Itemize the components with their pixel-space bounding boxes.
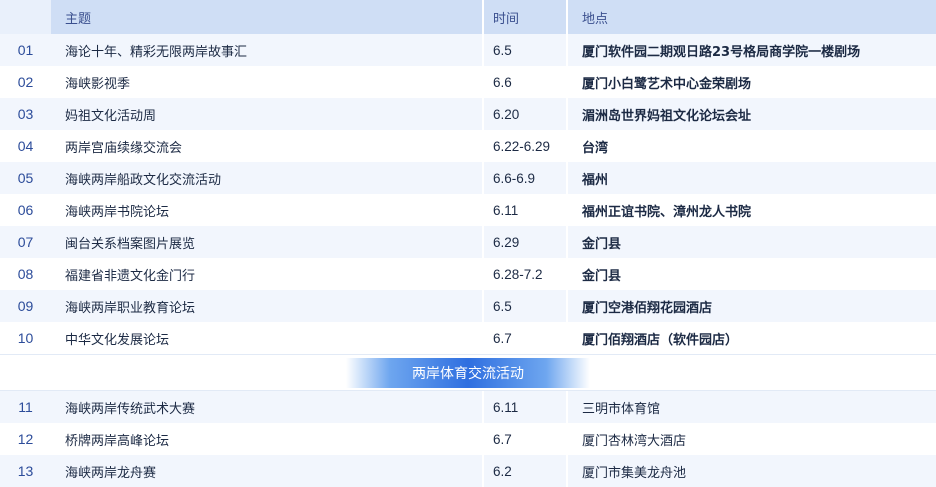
row-subject: 福建省非遗文化金门行: [65, 268, 196, 284]
section-divider: 两岸体育交流活动: [0, 354, 936, 391]
table-row: 02 海峡影视季 6.6 厦门小白鹭艺术中心金荣剧场: [0, 66, 936, 98]
table-row: 10 中华文化发展论坛 6.7 厦门佰翔酒店（软件园店）: [0, 322, 936, 354]
table-row: 11 海峡两岸传统武术大赛 6.11 三明市体育馆: [0, 391, 936, 423]
row-location: 福州: [566, 162, 936, 194]
row-subject: 海峡两岸书院论坛: [65, 204, 170, 220]
row-location: 福州正谊书院、漳州龙人书院: [566, 194, 936, 226]
row-location: 三明市体育馆: [566, 391, 936, 423]
row-time: 6.11: [482, 194, 566, 226]
table-row: 05 海峡两岸船政文化交流活动 6.6-6.9 福州: [0, 162, 936, 194]
row-time: 6.20: [482, 98, 566, 130]
row-number: 04: [17, 138, 34, 154]
table-header: 主题 时间 地点: [0, 0, 936, 34]
row-location: 湄洲岛世界妈祖文化论坛会址: [566, 98, 936, 130]
row-location: 厦门小白鹭艺术中心金荣剧场: [566, 66, 936, 98]
table-row: 07 闽台关系档案图片展览 6.29 金门县: [0, 226, 936, 258]
header-subject: 主题: [65, 11, 92, 27]
row-subject: 妈祖文化活动周: [65, 108, 157, 124]
row-number: 01: [17, 42, 34, 58]
row-time: 6.5: [482, 290, 566, 322]
row-number: 12: [17, 431, 34, 447]
row-subject: 海峡两岸传统武术大赛: [65, 401, 196, 417]
header-location: 地点: [566, 0, 936, 34]
table-row: 09 海峡两岸职业教育论坛 6.5 厦门空港佰翔花园酒店: [0, 290, 936, 322]
row-subject: 海峡两岸船政文化交流活动: [65, 172, 222, 188]
row-subject: 两岸宫庙续缘交流会: [65, 140, 183, 156]
row-location: 厦门佰翔酒店（软件园店）: [566, 322, 936, 354]
row-subject: 海峡影视季: [65, 76, 131, 92]
row-number: 10: [17, 330, 34, 346]
row-location: 台湾: [566, 130, 936, 162]
row-location: 厦门空港佰翔花园酒店: [566, 290, 936, 322]
row-number: 02: [17, 74, 34, 90]
row-subject: 海峡两岸龙舟赛: [65, 465, 157, 481]
row-location: 金门县: [566, 258, 936, 290]
table-row: 03 妈祖文化活动周 6.20 湄洲岛世界妈祖文化论坛会址: [0, 98, 936, 130]
row-time: 6.22-6.29: [482, 130, 566, 162]
row-subject: 桥牌两岸高峰论坛: [65, 433, 170, 449]
header-time: 时间: [482, 0, 566, 34]
row-time: 6.2: [482, 455, 566, 487]
row-number: 09: [17, 298, 34, 314]
row-time: 6.5: [482, 34, 566, 66]
events-table: 主题 时间 地点 01 海论十年、精彩无限两岸故事汇 6.5 厦门软件园二期观日…: [0, 0, 936, 487]
row-number: 07: [17, 234, 34, 250]
table-row: 13 海峡两岸龙舟赛 6.2 厦门市集美龙舟池: [0, 455, 936, 487]
row-time: 6.11: [482, 391, 566, 423]
row-subject: 中华文化发展论坛: [65, 332, 170, 348]
row-subject: 闽台关系档案图片展览: [65, 236, 196, 252]
table-row: 06 海峡两岸书院论坛 6.11 福州正谊书院、漳州龙人书院: [0, 194, 936, 226]
section-title: 两岸体育交流活动: [346, 357, 590, 388]
row-number: 03: [17, 106, 34, 122]
row-location: 厦门软件园二期观日路23号格局商学院一楼剧场: [566, 34, 936, 66]
table-row: 01 海论十年、精彩无限两岸故事汇 6.5 厦门软件园二期观日路23号格局商学院…: [0, 34, 936, 66]
row-time: 6.6-6.9: [482, 162, 566, 194]
row-number: 05: [17, 170, 34, 186]
row-location: 厦门杏林湾大酒店: [566, 423, 936, 455]
table-row: 04 两岸宫庙续缘交流会 6.22-6.29 台湾: [0, 130, 936, 162]
row-subject: 海论十年、精彩无限两岸故事汇: [65, 44, 248, 60]
row-number: 06: [17, 202, 34, 218]
row-number: 08: [17, 266, 34, 282]
header-num: [0, 0, 51, 34]
row-number: 11: [18, 399, 33, 415]
row-time: 6.7: [482, 322, 566, 354]
table-row: 08 福建省非遗文化金门行 6.28-7.2 金门县: [0, 258, 936, 290]
row-location: 金门县: [566, 226, 936, 258]
row-time: 6.7: [482, 423, 566, 455]
row-time: 6.6: [482, 66, 566, 98]
row-location: 厦门市集美龙舟池: [566, 455, 936, 487]
row-time: 6.29: [482, 226, 566, 258]
row-number: 13: [17, 463, 34, 479]
table-row: 12 桥牌两岸高峰论坛 6.7 厦门杏林湾大酒店: [0, 423, 936, 455]
row-subject: 海峡两岸职业教育论坛: [65, 300, 196, 316]
row-time: 6.28-7.2: [482, 258, 566, 290]
